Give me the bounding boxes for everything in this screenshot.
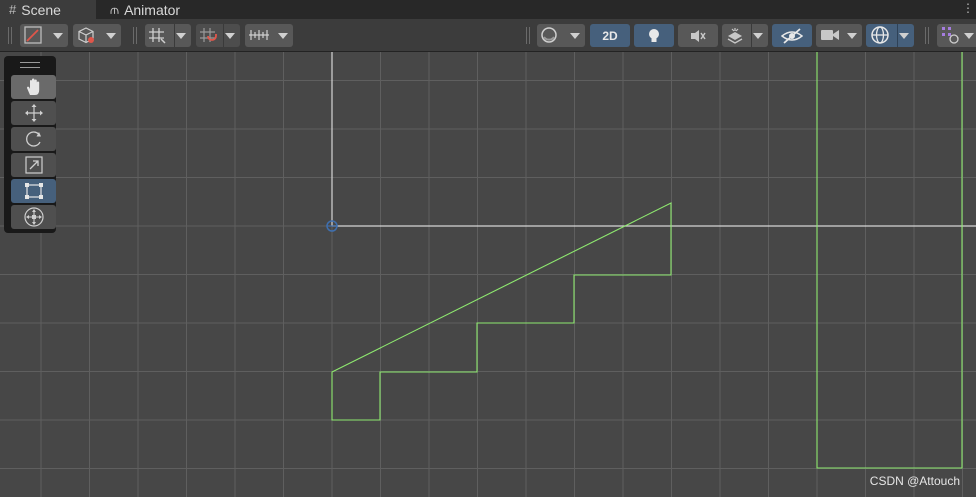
panel-drag-handle-icon[interactable] bbox=[20, 62, 40, 68]
lightbulb-icon bbox=[649, 28, 659, 42]
gizmos-dropdown[interactable] bbox=[866, 24, 914, 47]
move-tool-button[interactable] bbox=[11, 101, 56, 125]
mode-2d-toggle[interactable]: 2D bbox=[590, 24, 630, 47]
draw-mode-shaded-dropdown[interactable] bbox=[537, 24, 585, 47]
audio-toggle[interactable] bbox=[678, 24, 718, 47]
tab-animator-label: Animator bbox=[124, 1, 181, 18]
hidden-eye-icon bbox=[781, 27, 803, 44]
rotate-tool-button[interactable] bbox=[11, 127, 56, 151]
effects-dropdown[interactable] bbox=[722, 24, 768, 47]
overlays-dropdown[interactable] bbox=[937, 24, 976, 47]
scene-visibility-toggle[interactable] bbox=[772, 24, 812, 47]
grid-snap-icon bbox=[149, 28, 166, 44]
chevron-down-icon bbox=[225, 33, 235, 39]
cube-icon bbox=[78, 27, 94, 44]
chevron-down-icon bbox=[570, 33, 580, 39]
toolbar-grip-icon[interactable] bbox=[133, 27, 137, 44]
tab-bar: # Scene ⫙ Animator ⋮ bbox=[0, 0, 976, 19]
chevron-down-icon bbox=[106, 33, 116, 39]
tab-scene-label: Scene bbox=[21, 1, 61, 18]
rect-tool-button[interactable] bbox=[11, 179, 56, 203]
tools-overlay-panel bbox=[4, 56, 56, 233]
chevron-down-icon bbox=[53, 33, 63, 39]
chevron-down-icon bbox=[847, 33, 857, 39]
tab-animator[interactable]: ⫙ Animator bbox=[101, 0, 201, 19]
snap-magnet-icon bbox=[200, 28, 217, 42]
audio-muted-icon bbox=[691, 29, 706, 42]
transform-icon bbox=[23, 207, 44, 227]
transform-tool-button[interactable] bbox=[11, 205, 56, 229]
rect-transform-icon bbox=[24, 183, 43, 199]
hand-icon bbox=[26, 78, 39, 95]
move-arrows-icon bbox=[24, 104, 43, 122]
toolbar-grip-icon[interactable] bbox=[8, 27, 12, 44]
more-options-icon[interactable]: ⋮ bbox=[962, 1, 974, 15]
toolbar-grip-icon[interactable] bbox=[526, 27, 530, 44]
tab-scene[interactable]: # Scene bbox=[0, 0, 96, 19]
stair-polygon-collider[interactable] bbox=[331, 202, 672, 421]
gizmo-globe-icon bbox=[871, 26, 889, 44]
grid-visibility-dropdown[interactable] bbox=[245, 24, 293, 47]
chevron-down-icon bbox=[278, 33, 288, 39]
scene-grid bbox=[0, 52, 976, 497]
scale-tool-button[interactable] bbox=[11, 153, 56, 177]
lighting-toggle[interactable] bbox=[634, 24, 674, 47]
camera-dropdown[interactable] bbox=[816, 24, 862, 47]
overlay-grid-icon bbox=[942, 27, 959, 44]
increment-snap-dropdown[interactable] bbox=[196, 24, 240, 47]
shading-mode-icon bbox=[24, 26, 42, 44]
scene-toolbar: 2D bbox=[0, 19, 976, 52]
scene-viewport[interactable] bbox=[0, 52, 976, 497]
chevron-down-icon bbox=[176, 33, 186, 39]
animator-icon: ⫙ bbox=[110, 1, 120, 17]
sphere-shading-icon bbox=[541, 27, 557, 43]
effects-layers-icon bbox=[727, 28, 743, 44]
render-mode-dropdown[interactable] bbox=[73, 24, 121, 47]
ruler-icon bbox=[249, 30, 269, 40]
toolbar-grip-icon[interactable] bbox=[925, 27, 929, 44]
mode-2d-label: 2D bbox=[602, 28, 618, 43]
rotate-icon bbox=[25, 131, 41, 147]
chevron-down-icon bbox=[753, 33, 763, 39]
wall-box-collider[interactable] bbox=[816, 52, 963, 469]
hand-tool-button[interactable] bbox=[11, 75, 56, 99]
grid-hash-icon: # bbox=[9, 2, 17, 17]
grid-snapping-dropdown[interactable] bbox=[145, 24, 191, 47]
draw-mode-dropdown[interactable] bbox=[20, 24, 68, 47]
chevron-down-icon bbox=[899, 33, 909, 39]
scale-icon bbox=[24, 156, 43, 174]
camera-icon bbox=[821, 30, 839, 40]
watermark-text: CSDN @Attouch bbox=[869, 474, 960, 488]
chevron-down-icon bbox=[964, 33, 974, 39]
